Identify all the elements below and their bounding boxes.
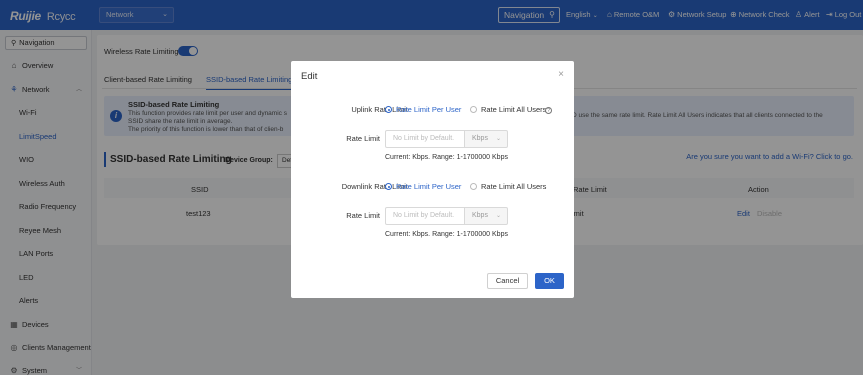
uplink-rate-limit-field-label: Rate Limit xyxy=(346,134,380,143)
downlink-range-hint: Current: Kbps. Range: 1-1700000 Kbps xyxy=(385,231,508,238)
uplink-rate-limit-input[interactable]: No Limit by Default. xyxy=(385,130,465,148)
uplink-rate-limit-placeholder: No Limit by Default. xyxy=(393,135,455,142)
downlink-rate-limit-field-label: Rate Limit xyxy=(346,211,380,220)
downlink-all-users-label[interactable]: Rate Limit All Users xyxy=(481,182,546,191)
chevron-down-icon: ⌄ xyxy=(495,213,501,219)
uplink-range-hint: Current: Kbps. Range: 1-1700000 Kbps xyxy=(385,154,508,161)
help-icon[interactable]: ? xyxy=(545,107,552,114)
downlink-all-users-radio[interactable] xyxy=(470,183,477,190)
modal-title: Edit xyxy=(301,71,318,82)
uplink-per-user-radio[interactable] xyxy=(385,106,392,113)
edit-modal: Edit × Uplink Rate Limit Rate Limit Per … xyxy=(291,61,574,298)
downlink-rate-limit-placeholder: No Limit by Default. xyxy=(393,212,455,219)
uplink-all-users-radio[interactable] xyxy=(470,106,477,113)
downlink-per-user-radio[interactable] xyxy=(385,183,392,190)
chevron-down-icon: ⌄ xyxy=(495,136,501,142)
downlink-per-user-label[interactable]: Rate Limit Per User xyxy=(396,182,461,191)
cancel-button[interactable]: Cancel xyxy=(487,273,528,289)
uplink-unit-select[interactable]: Kbps ⌄ xyxy=(465,130,508,148)
downlink-unit-value: Kbps xyxy=(472,212,488,219)
downlink-unit-select[interactable]: Kbps ⌄ xyxy=(465,207,508,225)
close-icon[interactable]: × xyxy=(558,69,564,80)
uplink-all-users-label[interactable]: Rate Limit All Users xyxy=(481,105,546,114)
downlink-rate-limit-input[interactable]: No Limit by Default. xyxy=(385,207,465,225)
ok-button[interactable]: OK xyxy=(535,273,564,289)
uplink-unit-value: Kbps xyxy=(472,135,488,142)
uplink-per-user-label[interactable]: Rate Limit Per User xyxy=(396,105,461,114)
